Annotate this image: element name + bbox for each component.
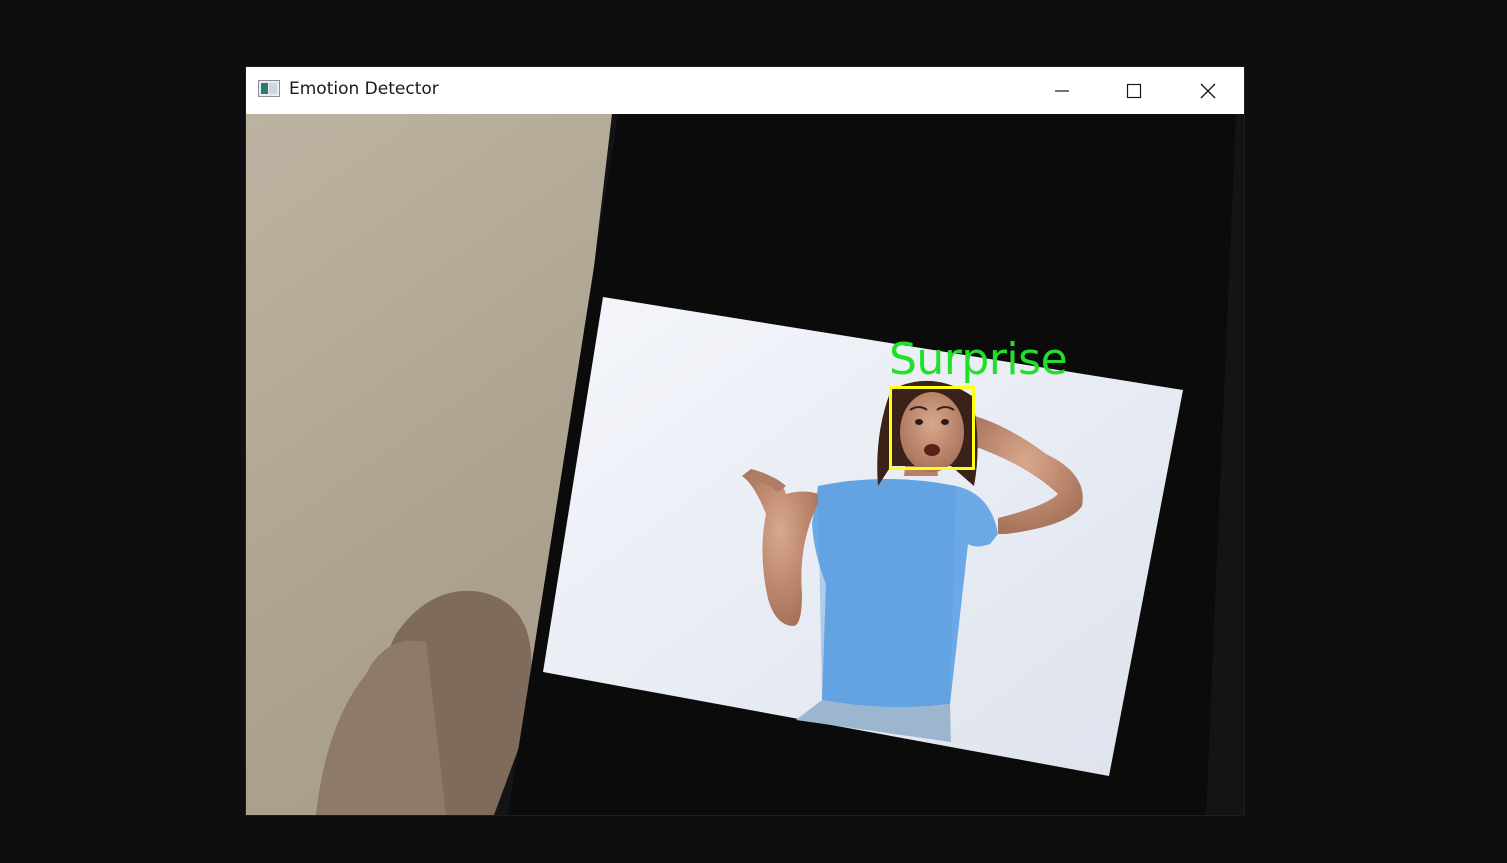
title-bar[interactable]: Emotion Detector (246, 67, 1244, 114)
webcam-image (246, 114, 1244, 815)
emotion-label: Surprise (889, 334, 1068, 385)
minimize-icon (1055, 89, 1069, 92)
emotion-detector-window: Emotion Detector Surprise (246, 67, 1244, 815)
maximize-button[interactable] (1104, 67, 1164, 114)
close-button[interactable] (1178, 67, 1238, 114)
face-bounding-box (889, 386, 975, 470)
close-icon (1200, 83, 1216, 98)
window-title: Emotion Detector (289, 79, 439, 99)
app-icon (258, 80, 280, 97)
maximize-icon (1126, 83, 1142, 98)
minimize-button[interactable] (1032, 67, 1092, 114)
camera-frame: Surprise (246, 114, 1244, 815)
